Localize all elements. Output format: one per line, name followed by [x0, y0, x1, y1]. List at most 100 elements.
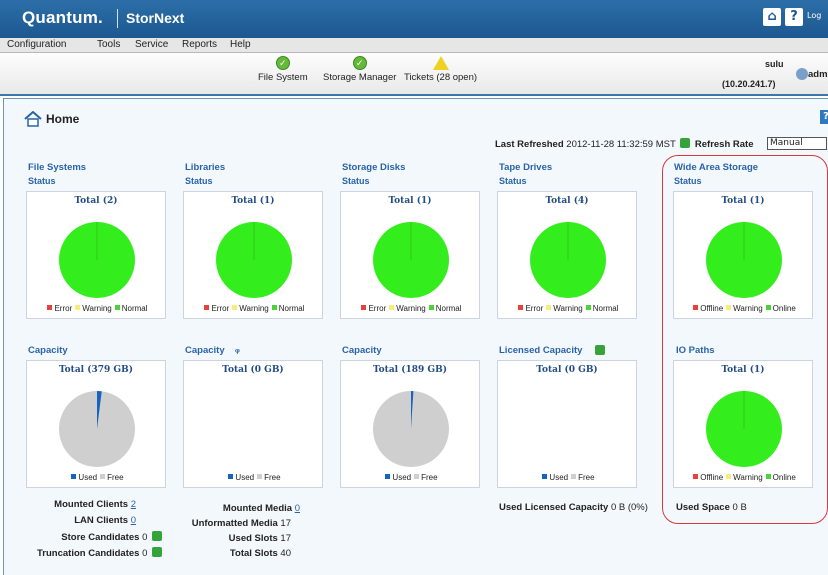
legend-swatch	[571, 474, 577, 479]
refresh-rate-select[interactable]: Manual	[767, 137, 827, 150]
chart-total: Total (4)	[545, 196, 589, 206]
page-help-icon[interactable]: ?	[820, 110, 828, 124]
legend-label: Normal	[278, 304, 305, 313]
legend-label: Warning	[396, 304, 426, 313]
filesystem-status[interactable]: ✓ File System	[258, 56, 308, 83]
chart-legend: Error Warning Normal	[184, 304, 322, 313]
capacity-filter-icon[interactable]: ᵩ	[235, 344, 240, 355]
legend-label: Free	[264, 473, 281, 482]
section-tape-drives[interactable]: Tape Drives	[499, 162, 552, 173]
chart-total: Total (1)	[231, 196, 275, 206]
legend-swatch	[428, 305, 434, 310]
menu-bar: Configuration Tools Service Reports Help	[0, 38, 828, 53]
menu-configuration[interactable]: Configuration	[7, 39, 66, 50]
legend-label: Free	[578, 473, 595, 482]
libraries-capacity-chart[interactable]: Total (0 GB) Used Free	[183, 360, 323, 488]
legend-label: Error	[54, 304, 73, 313]
section-lib-capacity[interactable]: Capacity	[185, 345, 225, 356]
filesystem-status-label: File System	[258, 72, 308, 83]
file-systems-capacity-chart[interactable]: Total (379 GB) Used Free	[26, 360, 166, 488]
file-systems-status-chart[interactable]: Total (2) Error Warning Normal	[26, 191, 166, 319]
stat-label: Mounted Clients	[54, 499, 129, 510]
refresh-info: Last Refreshed 2012-11-28 11:32:59 MST R…	[495, 138, 754, 150]
stat-value: 17	[280, 518, 291, 529]
chart-total: Total (379 GB)	[59, 365, 133, 375]
chart-legend: Used Free	[27, 473, 165, 482]
section-fs-capacity[interactable]: Capacity	[28, 345, 68, 356]
refresh-icon[interactable]	[680, 138, 691, 148]
help-icon[interactable]: ?	[785, 8, 803, 26]
legend-label: Used	[235, 473, 255, 482]
libraries-status-chart[interactable]: Total (1) Error Warning Normal	[183, 191, 323, 319]
licensed-refresh-icon[interactable]	[595, 345, 605, 355]
legend-swatch	[271, 305, 277, 310]
server-name: sulu	[765, 59, 784, 69]
storage-disks-status-chart[interactable]: Total (1) Error Warning Normal	[340, 191, 480, 319]
legend-swatch	[232, 305, 238, 310]
page-title: Home	[46, 112, 80, 126]
chart-legend: Used Free	[341, 473, 479, 482]
logout-link[interactable]: Log	[807, 11, 821, 20]
title-bar: Quantum. StorNext ⌂ ? Log	[0, 0, 828, 38]
legend-swatch	[542, 474, 548, 479]
tape-drives-status-chart[interactable]: Total (4) Error Warning Normal	[497, 191, 637, 319]
last-refreshed-label: Last Refreshed	[495, 139, 564, 150]
legend-label: Error	[211, 304, 230, 313]
status-sublabel: Status	[499, 176, 527, 186]
section-file-systems[interactable]: File Systems	[28, 162, 86, 173]
legend-label: Error	[368, 304, 387, 313]
legend-label: Warning	[553, 304, 583, 313]
brand-divider	[117, 9, 118, 28]
licensed-capacity-chart[interactable]: Total (0 GB) Used Free	[497, 360, 637, 488]
legend-swatch	[546, 305, 552, 310]
menu-reports[interactable]: Reports	[182, 39, 217, 50]
legend-label: Normal	[435, 304, 462, 313]
storage-manager-status[interactable]: ✓ Storage Manager	[323, 56, 396, 83]
stat-value: 0	[142, 548, 148, 559]
check-icon: ✓	[275, 56, 290, 70]
stat-value-link[interactable]: 2	[131, 499, 136, 510]
storage-disks-capacity-chart[interactable]: Total (189 GB) Used Free	[340, 360, 480, 488]
stat-total-slots: Total Slots 40	[160, 548, 291, 559]
pie-chart	[59, 391, 135, 467]
menu-service[interactable]: Service	[135, 39, 168, 50]
legend-label: Warning	[82, 304, 112, 313]
stat-used-slots: Used Slots 17	[160, 533, 291, 544]
section-licensed-capacity[interactable]: Licensed Capacity	[499, 345, 582, 356]
stat-label: Total Slots	[229, 548, 278, 559]
legend-label: Warning	[239, 304, 269, 313]
chart-legend: Used Free	[498, 473, 636, 482]
menu-help[interactable]: Help	[230, 39, 251, 50]
stat-value-link[interactable]: 0	[131, 515, 136, 526]
storage-manager-status-label: Storage Manager	[323, 72, 397, 83]
section-disk-capacity[interactable]: Capacity	[342, 345, 382, 356]
home-icon[interactable]: ⌂	[763, 8, 781, 26]
status-bar: ✓ File System ✓ Storage Manager Tickets …	[0, 53, 828, 96]
refresh-rate-label: Refresh Rate	[694, 139, 754, 150]
legend-swatch	[389, 305, 395, 310]
legend-swatch	[361, 305, 367, 310]
legend-swatch	[257, 474, 263, 479]
section-libraries[interactable]: Libraries	[185, 162, 225, 173]
legend-swatch	[204, 305, 210, 310]
menu-tools[interactable]: Tools	[97, 39, 120, 50]
legend-label: Used	[549, 473, 569, 482]
status-sublabel: Status	[28, 176, 56, 186]
legend-label: Free	[421, 473, 438, 482]
tickets-status[interactable]: Tickets (28 open)	[404, 56, 477, 83]
stat-store-candidates: Store Candidates 0	[10, 531, 164, 543]
pie-chart	[373, 390, 449, 467]
section-storage-disks[interactable]: Storage Disks	[342, 162, 405, 173]
stat-value-link[interactable]: 0	[295, 503, 300, 514]
highlight-outline	[662, 155, 828, 524]
legend-swatch	[228, 474, 234, 479]
chart-total: Total (0 GB)	[222, 365, 284, 375]
chart-total: Total (189 GB)	[373, 365, 447, 375]
stat-label: LAN Clients	[74, 515, 129, 526]
stat-label: Store Candidates	[61, 532, 140, 543]
legend-label: Normal	[121, 304, 148, 313]
user-icon	[796, 68, 808, 80]
user-name[interactable]: adm	[808, 69, 828, 80]
legend-label: Normal	[592, 304, 619, 313]
product-name: StorNext	[126, 10, 185, 26]
